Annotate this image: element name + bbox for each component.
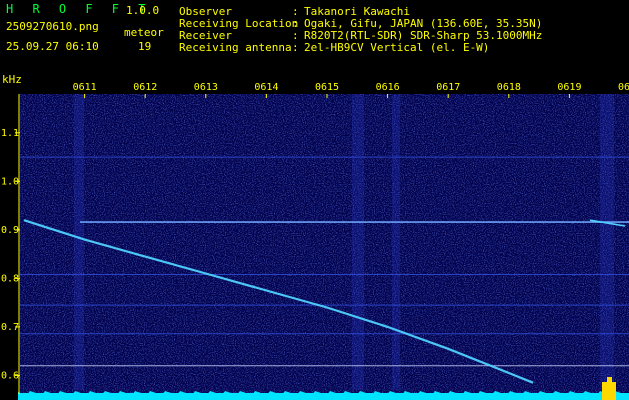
noise-band — [600, 94, 614, 390]
noise-band — [352, 94, 364, 390]
x-tick-label: 0617 — [436, 82, 460, 93]
x-tick-label: 0613 — [194, 82, 218, 93]
noise-band — [392, 94, 400, 390]
x-tick-label: 0611 — [73, 82, 97, 93]
noise-band — [74, 94, 84, 390]
spectrogram-noise — [20, 94, 629, 394]
x-tick-label: 0618 — [497, 82, 521, 93]
bottom-bar-peak-tip — [607, 377, 612, 382]
x-tick-label: 0620 — [618, 82, 629, 93]
x-tick-label: 0614 — [254, 82, 278, 93]
x-tick-label: 0615 — [315, 82, 339, 93]
spectrogram: 0611 0612 0613 0614 0615 0616 0617 0618 0619 0620… — [1, 82, 629, 400]
x-tick-label: 0619 — [557, 82, 581, 93]
x-tick-label: 0612 — [133, 82, 157, 93]
bottom-bar-peak — [602, 382, 616, 400]
x-tick-label: 0616 — [376, 82, 400, 93]
